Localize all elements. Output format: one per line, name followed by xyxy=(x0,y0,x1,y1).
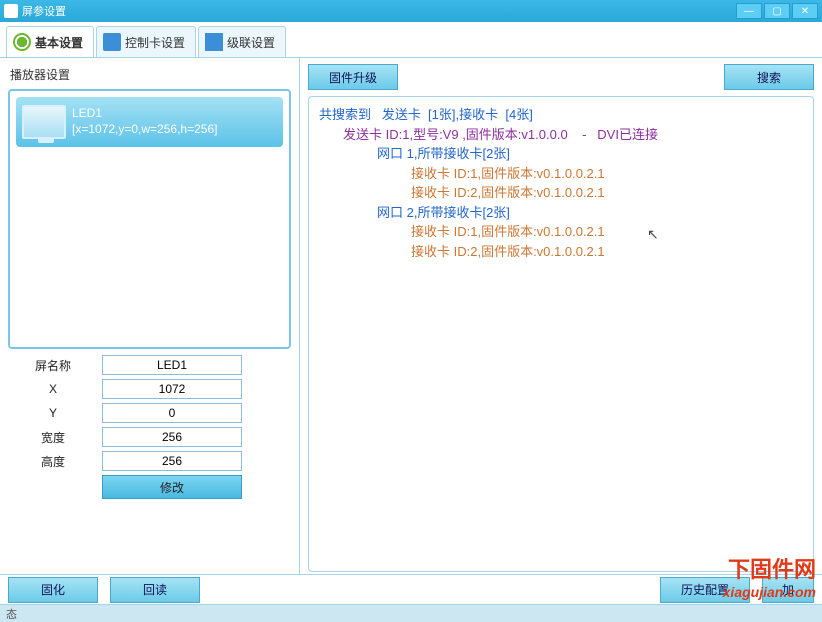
input-screen-name[interactable] xyxy=(102,355,242,375)
search-button[interactable]: 搜索 xyxy=(724,64,814,90)
right-toolbar: 固件升级 搜索 xyxy=(308,64,814,90)
tree-summary: 共搜索到 发送卡 [1张],接收卡 [4张] xyxy=(319,105,803,125)
minimize-button[interactable]: — xyxy=(736,3,762,19)
screen-coords: [x=1072,y=0,w=256,h=256] xyxy=(72,122,217,138)
main-area: 播放器设置 LED1 [x=1072,y=0,w=256,h=256] 屏名称 … xyxy=(0,58,822,574)
tree-p2-recv2[interactable]: 接收卡 ID:2,固件版本:v0.1.0.0.2.1 xyxy=(411,242,803,262)
tab-basic[interactable]: 基本设置 xyxy=(6,26,94,57)
solidify-button[interactable]: 固化 xyxy=(8,577,98,603)
tab-controller-label: 控制卡设置 xyxy=(125,34,185,51)
section-label: 播放器设置 xyxy=(10,66,291,83)
tab-basic-label: 基本设置 xyxy=(35,34,83,51)
device-tree: 共搜索到 发送卡 [1张],接收卡 [4张] 发送卡 ID:1,型号:V9 ,固… xyxy=(308,96,814,572)
tab-cascade-label: 级联设置 xyxy=(227,34,275,51)
readback-button[interactable]: 回读 xyxy=(110,577,200,603)
label-width: 宽度 xyxy=(8,429,98,446)
screen-list: LED1 [x=1072,y=0,w=256,h=256] xyxy=(8,89,291,349)
input-y[interactable] xyxy=(102,403,242,423)
close-button[interactable]: ✕ xyxy=(792,3,818,19)
window-title: 屏参设置 xyxy=(22,3,66,19)
bottom-bar: 固化 回读 历史配置 加 xyxy=(0,574,822,604)
tab-controller[interactable]: 控制卡设置 xyxy=(96,26,196,57)
app-icon xyxy=(4,4,18,18)
input-height[interactable] xyxy=(102,451,242,471)
monitor-icon xyxy=(22,105,66,139)
tab-bar: 基本设置 控制卡设置 级联设置 xyxy=(0,22,822,58)
titlebar: 屏参设置 — ▢ ✕ xyxy=(0,0,822,22)
status-bar: 态 xyxy=(0,604,822,622)
tree-p2-recv1[interactable]: 接收卡 ID:1,固件版本:v0.1.0.0.2.1 xyxy=(411,222,803,242)
label-x: X xyxy=(8,382,98,396)
tree-p1-recv1[interactable]: 接收卡 ID:1,固件版本:v0.1.0.0.2.1 xyxy=(411,164,803,184)
tree-port2[interactable]: 网口 2,所带接收卡[2张] xyxy=(377,203,803,223)
right-panel: 固件升级 搜索 共搜索到 发送卡 [1张],接收卡 [4张] 发送卡 ID:1,… xyxy=(300,58,822,574)
firmware-upgrade-button[interactable]: 固件升级 xyxy=(308,64,398,90)
label-screen-name: 屏名称 xyxy=(8,357,98,374)
gear-icon xyxy=(13,33,31,51)
input-width[interactable] xyxy=(102,427,242,447)
grid-icon xyxy=(205,33,223,51)
label-y: Y xyxy=(8,406,98,420)
input-x[interactable] xyxy=(102,379,242,399)
screen-item-led1[interactable]: LED1 [x=1072,y=0,w=256,h=256] xyxy=(16,97,283,147)
maximize-button[interactable]: ▢ xyxy=(764,3,790,19)
tab-cascade[interactable]: 级联设置 xyxy=(198,26,286,57)
tree-sender[interactable]: 发送卡 ID:1,型号:V9 ,固件版本:v1.0.0.0 - DVI已连接 xyxy=(343,125,803,145)
modify-button[interactable]: 修改 xyxy=(102,475,242,499)
add-button[interactable]: 加 xyxy=(762,577,814,603)
card-icon xyxy=(103,33,121,51)
screen-info: LED1 [x=1072,y=0,w=256,h=256] xyxy=(72,106,217,137)
history-config-button[interactable]: 历史配置 xyxy=(660,577,750,603)
tree-port1[interactable]: 网口 1,所带接收卡[2张] xyxy=(377,144,803,164)
left-panel: 播放器设置 LED1 [x=1072,y=0,w=256,h=256] 屏名称 … xyxy=(0,58,300,574)
property-grid: 屏名称 X Y 宽度 高度 修改 xyxy=(8,355,291,499)
tree-p1-recv2[interactable]: 接收卡 ID:2,固件版本:v0.1.0.0.2.1 xyxy=(411,183,803,203)
label-height: 高度 xyxy=(8,453,98,470)
screen-name: LED1 xyxy=(72,106,217,122)
